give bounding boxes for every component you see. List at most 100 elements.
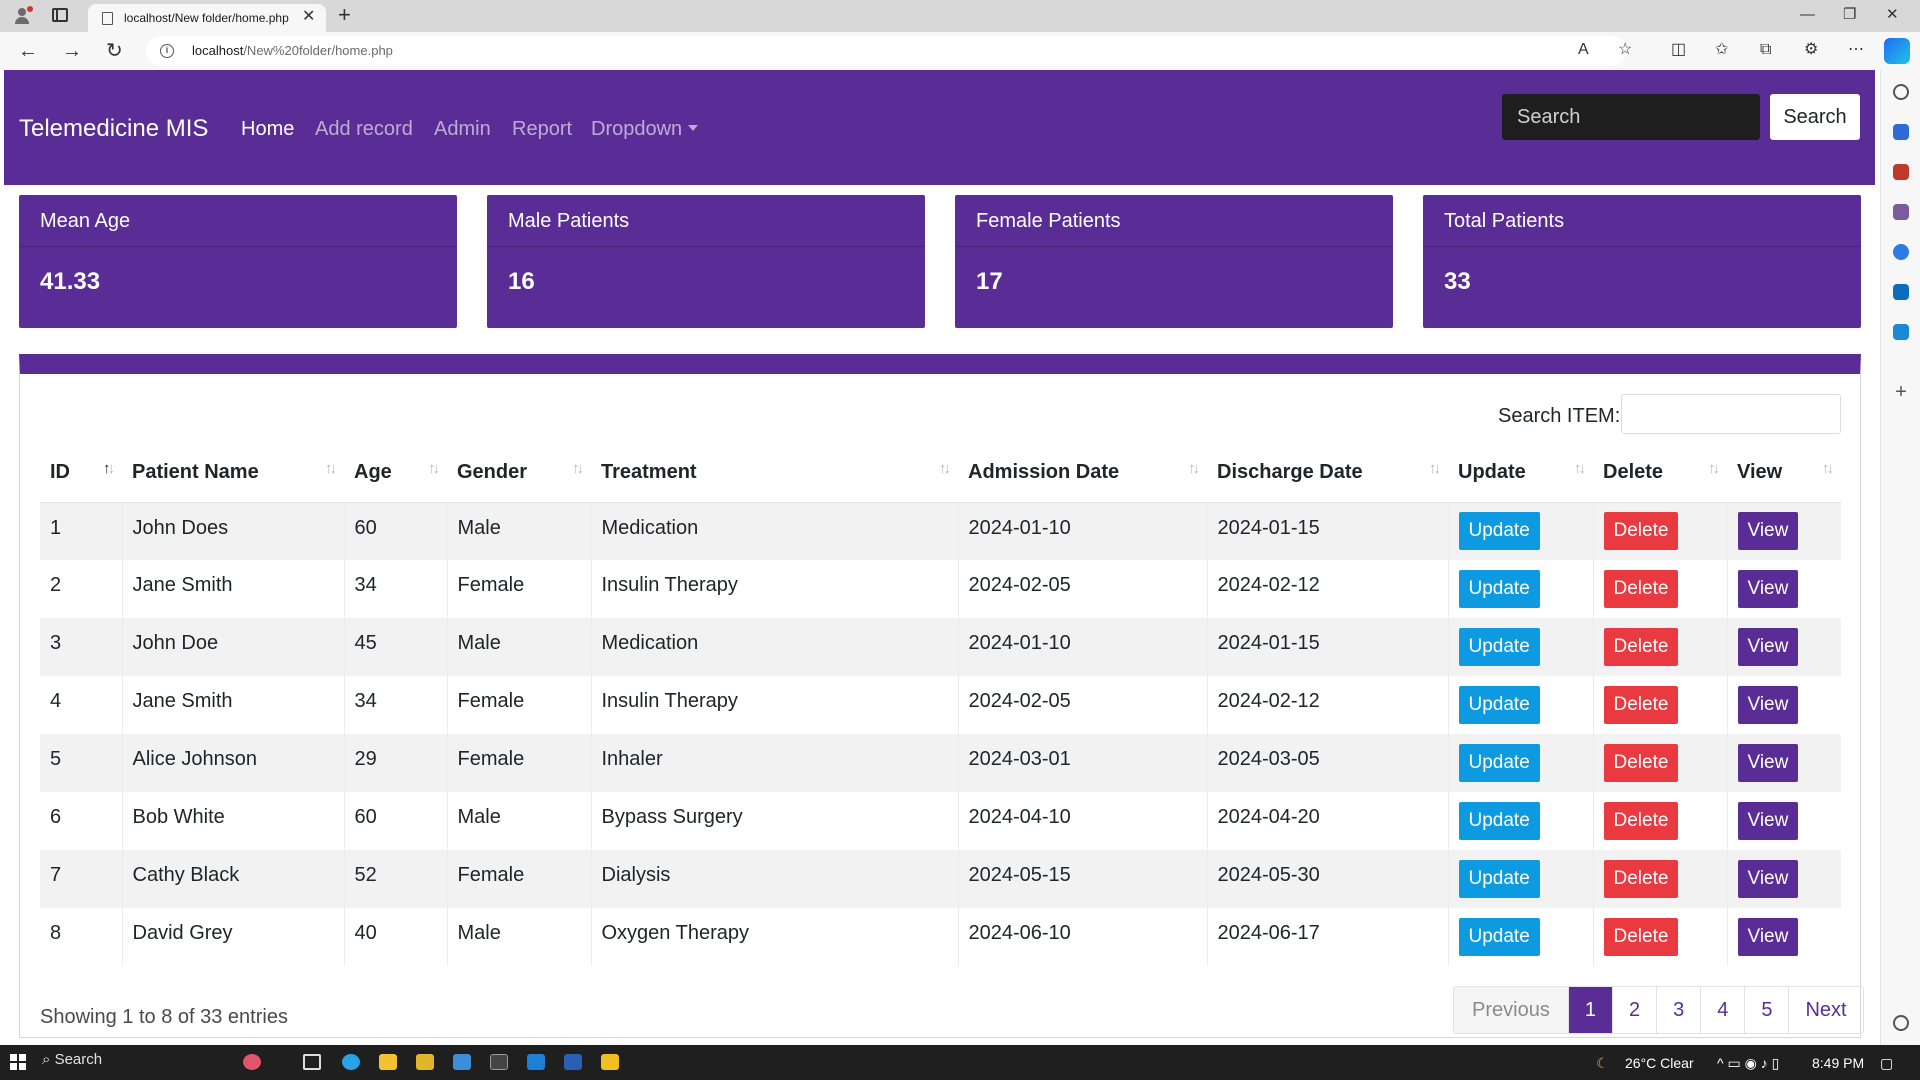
new-tab-icon[interactable]: + [338,3,351,27]
nav-admin[interactable]: Admin [434,118,491,141]
update-button[interactable]: Update [1458,686,1540,724]
table-search-input[interactable] [1621,394,1841,434]
update-button[interactable]: Update [1458,918,1540,956]
update-button[interactable]: Update [1458,570,1540,608]
col-update[interactable]: Update ↑↓ [1448,444,1593,503]
file-explorer-icon[interactable] [379,1054,397,1070]
update-button[interactable]: Update [1458,628,1540,666]
sidebar-settings-icon[interactable] [1893,1015,1909,1031]
view-button[interactable]: View [1737,918,1799,956]
col-id[interactable]: ID ↑↓ [40,444,122,503]
windows-start-icon[interactable] [10,1054,26,1070]
weather-text[interactable]: 26°C Clear [1625,1055,1694,1071]
forward-icon[interactable]: → [62,40,82,62]
cell-admission-date: 2024-01-10 [958,618,1208,676]
pagination-previous[interactable]: Previous [1454,987,1568,1033]
notifications-icon[interactable]: ▢ [1880,1055,1893,1072]
navbar-search-button[interactable]: Search [1770,94,1860,140]
col-delete[interactable]: Delete ↑↓ [1593,444,1727,503]
sidebar-games-icon[interactable] [1893,204,1909,220]
terminal-app-icon[interactable] [490,1054,508,1070]
sidebar-send-icon[interactable] [1893,324,1909,340]
sidebar-add-icon[interactable]: + [1893,382,1909,402]
delete-button[interactable]: Delete [1603,512,1679,551]
pagination-page-4[interactable]: 4 [1700,987,1744,1033]
sidebar-tools-icon[interactable] [1893,164,1909,180]
col-gender[interactable]: Gender ↑↓ [447,444,591,503]
url-text: localhost/New%20folder/home.php [192,43,393,58]
view-button[interactable]: View [1737,744,1799,782]
table-row: 6 Bob White 60 Male Bypass Surgery 2024-04-10… [40,792,1841,850]
tray-icons[interactable]: ^ ▭ ◉ ♪ ▯ [1717,1055,1779,1072]
sidebar-shopping-icon[interactable] [1893,124,1909,140]
pagination-next[interactable]: Next [1788,987,1862,1033]
pagination-page-2[interactable]: 2 [1611,987,1656,1033]
favorite-star-icon[interactable]: ☆ [1618,41,1632,59]
view-button[interactable]: View [1737,628,1799,666]
extensions-icon[interactable]: ⚙ [1804,41,1818,59]
col-treatment[interactable]: Treatment ↑↓ [591,444,958,503]
nav-dropdown[interactable]: Dropdown [591,118,699,141]
col-view[interactable]: View ↑↓ [1727,444,1841,503]
update-button[interactable]: Update [1458,512,1540,551]
sidebar-search-icon[interactable] [1893,84,1909,100]
back-icon[interactable]: ← [18,40,38,62]
task-view-icon[interactable] [303,1054,321,1070]
delete-button[interactable]: Delete [1603,860,1679,898]
update-button[interactable]: Update [1458,860,1540,898]
edge-app-icon[interactable] [342,1054,360,1070]
brand-title[interactable]: Telemedicine MIS [19,115,208,143]
pagination-page-5[interactable]: 5 [1744,987,1788,1033]
update-button[interactable]: Update [1458,744,1540,782]
table-row: 2 Jane Smith 34 Female Insulin Therapy 2024-0… [40,560,1841,618]
col-discharge-date[interactable]: Discharge Date ↑↓ [1207,444,1448,503]
minimize-icon[interactable]: — [1800,4,1815,26]
clock[interactable]: 8:49 PM [1812,1055,1864,1071]
xampp-app-icon[interactable] [601,1054,619,1070]
close-tab-icon[interactable]: ✕ [302,8,315,26]
restore-icon[interactable]: ❐ [1843,4,1856,26]
browser-tab[interactable]: localhost/New folder/home.php ✕ [88,4,326,32]
refresh-icon[interactable]: ↻ [106,40,123,62]
read-aloud-icon[interactable]: A [1578,41,1589,59]
copilot-icon[interactable] [1884,38,1910,64]
cell-delete: Delete [1593,618,1728,676]
sidebar-outlook-icon[interactable] [1893,284,1909,300]
collections-icon[interactable]: ⧉ [1760,41,1771,59]
window-close-icon[interactable]: ✕ [1886,4,1899,26]
delete-button[interactable]: Delete [1603,628,1679,666]
update-button[interactable]: Update [1458,802,1540,840]
view-button[interactable]: View [1737,802,1799,840]
view-button[interactable]: View [1737,686,1799,724]
nav-home[interactable]: Home [241,118,294,141]
col-patient-name[interactable]: Patient Name ↑↓ [122,444,344,503]
delete-button[interactable]: Delete [1603,686,1679,724]
col-admission-date[interactable]: Admission Date ↑↓ [958,444,1207,503]
nav-add-record[interactable]: Add record [315,118,413,141]
pagination-page-3[interactable]: 3 [1656,987,1700,1033]
sidebar-office-icon[interactable] [1893,244,1909,260]
favorites-icon[interactable]: ✩ [1715,41,1728,59]
delete-button[interactable]: Delete [1603,570,1679,608]
delete-button[interactable]: Delete [1603,918,1679,956]
tab-actions-icon[interactable] [52,8,68,22]
navbar-search-input[interactable] [1502,94,1760,140]
site-info-icon[interactable]: i [160,44,174,58]
col-age[interactable]: Age ↑↓ [344,444,447,503]
split-screen-icon[interactable]: ◫ [1671,41,1686,59]
taskbar-search[interactable]: ⌕ Search [42,1051,102,1068]
vscode-app-icon[interactable] [527,1054,545,1070]
view-button[interactable]: View [1737,512,1799,551]
mail-app-icon[interactable] [453,1054,471,1070]
view-button[interactable]: View [1737,570,1799,608]
view-button[interactable]: View [1737,860,1799,898]
more-menu-icon[interactable]: ⋯ [1848,41,1864,59]
word-app-icon[interactable] [564,1054,582,1070]
delete-button[interactable]: Delete [1603,802,1679,840]
delete-button[interactable]: Delete [1603,744,1679,782]
store-app-icon[interactable] [416,1054,434,1070]
profile-icon[interactable] [12,6,33,26]
pagination-page-1[interactable]: 1 [1567,987,1612,1033]
url-field[interactable]: i localhost/New%20folder/home.php [146,36,1626,66]
nav-report[interactable]: Report [512,118,572,141]
